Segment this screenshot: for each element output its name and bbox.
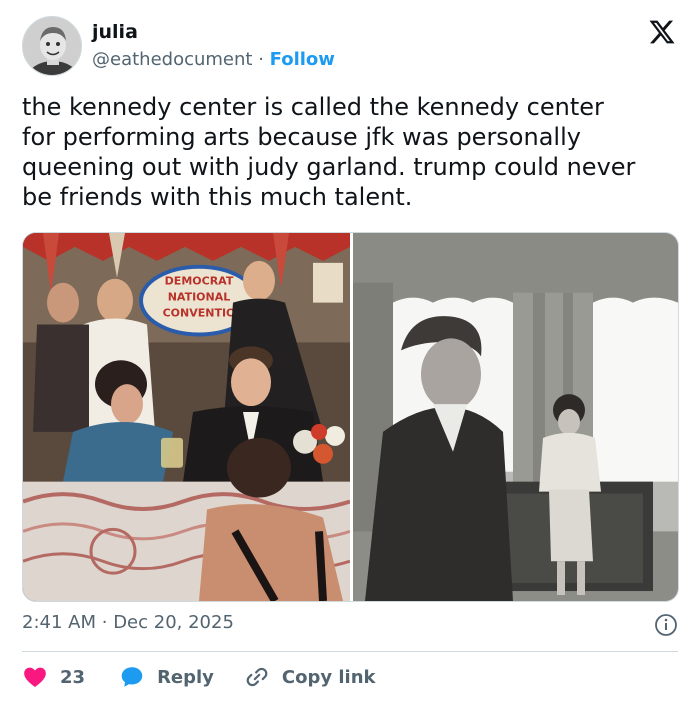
info-icon[interactable] <box>654 613 678 637</box>
sign-line-3: CONVENTIO <box>163 307 236 320</box>
action-bar: 23 Reply Copy link <box>22 662 376 692</box>
divider <box>22 651 678 652</box>
reply-label: Reply <box>157 666 214 688</box>
photo-convention[interactable]: DEMOCRAT NATIONAL CONVENTIO <box>23 233 350 601</box>
tweet-media: DEMOCRAT NATIONAL CONVENTIO <box>22 232 679 602</box>
speech-bubble-icon <box>121 667 143 687</box>
avatar[interactable] <box>22 16 82 76</box>
convention-photo: DEMOCRAT NATIONAL CONVENTIO <box>23 233 350 601</box>
link-icon <box>246 667 268 687</box>
sign-line-2: NATIONAL <box>168 291 231 304</box>
copy-link-label: Copy link <box>281 666 376 688</box>
author-handle[interactable]: @eathedocument <box>92 49 252 70</box>
post-time[interactable]: 2:41 AM <box>22 612 96 633</box>
reply-button[interactable]: Reply <box>119 664 214 690</box>
timestamp-row: 2:41 AM · Dec 20, 2025 <box>22 612 678 640</box>
tweet-text: the kennedy center is called the kennedy… <box>22 93 636 211</box>
separator-dot: · <box>258 49 270 70</box>
heart-icon <box>24 667 46 687</box>
sign-line-1: DEMOCRAT <box>165 275 234 288</box>
oval-office-photo <box>353 233 678 601</box>
author-name[interactable]: julia <box>92 21 138 43</box>
author-handle-row: @eathedocument · Follow <box>92 49 335 70</box>
photo-oval-office[interactable] <box>353 233 678 601</box>
tweet-header: julia @eathedocument · Follow <box>22 16 678 76</box>
avatar-photo <box>23 17 81 75</box>
like-count: 23 <box>60 666 86 688</box>
timestamp-separator: · <box>101 612 114 633</box>
post-date[interactable]: Dec 20, 2025 <box>113 612 234 633</box>
x-logo-icon[interactable] <box>648 18 676 46</box>
follow-button[interactable]: Follow <box>270 49 335 70</box>
copy-link-button[interactable]: Copy link <box>244 664 376 690</box>
like-button[interactable]: 23 <box>22 664 85 690</box>
